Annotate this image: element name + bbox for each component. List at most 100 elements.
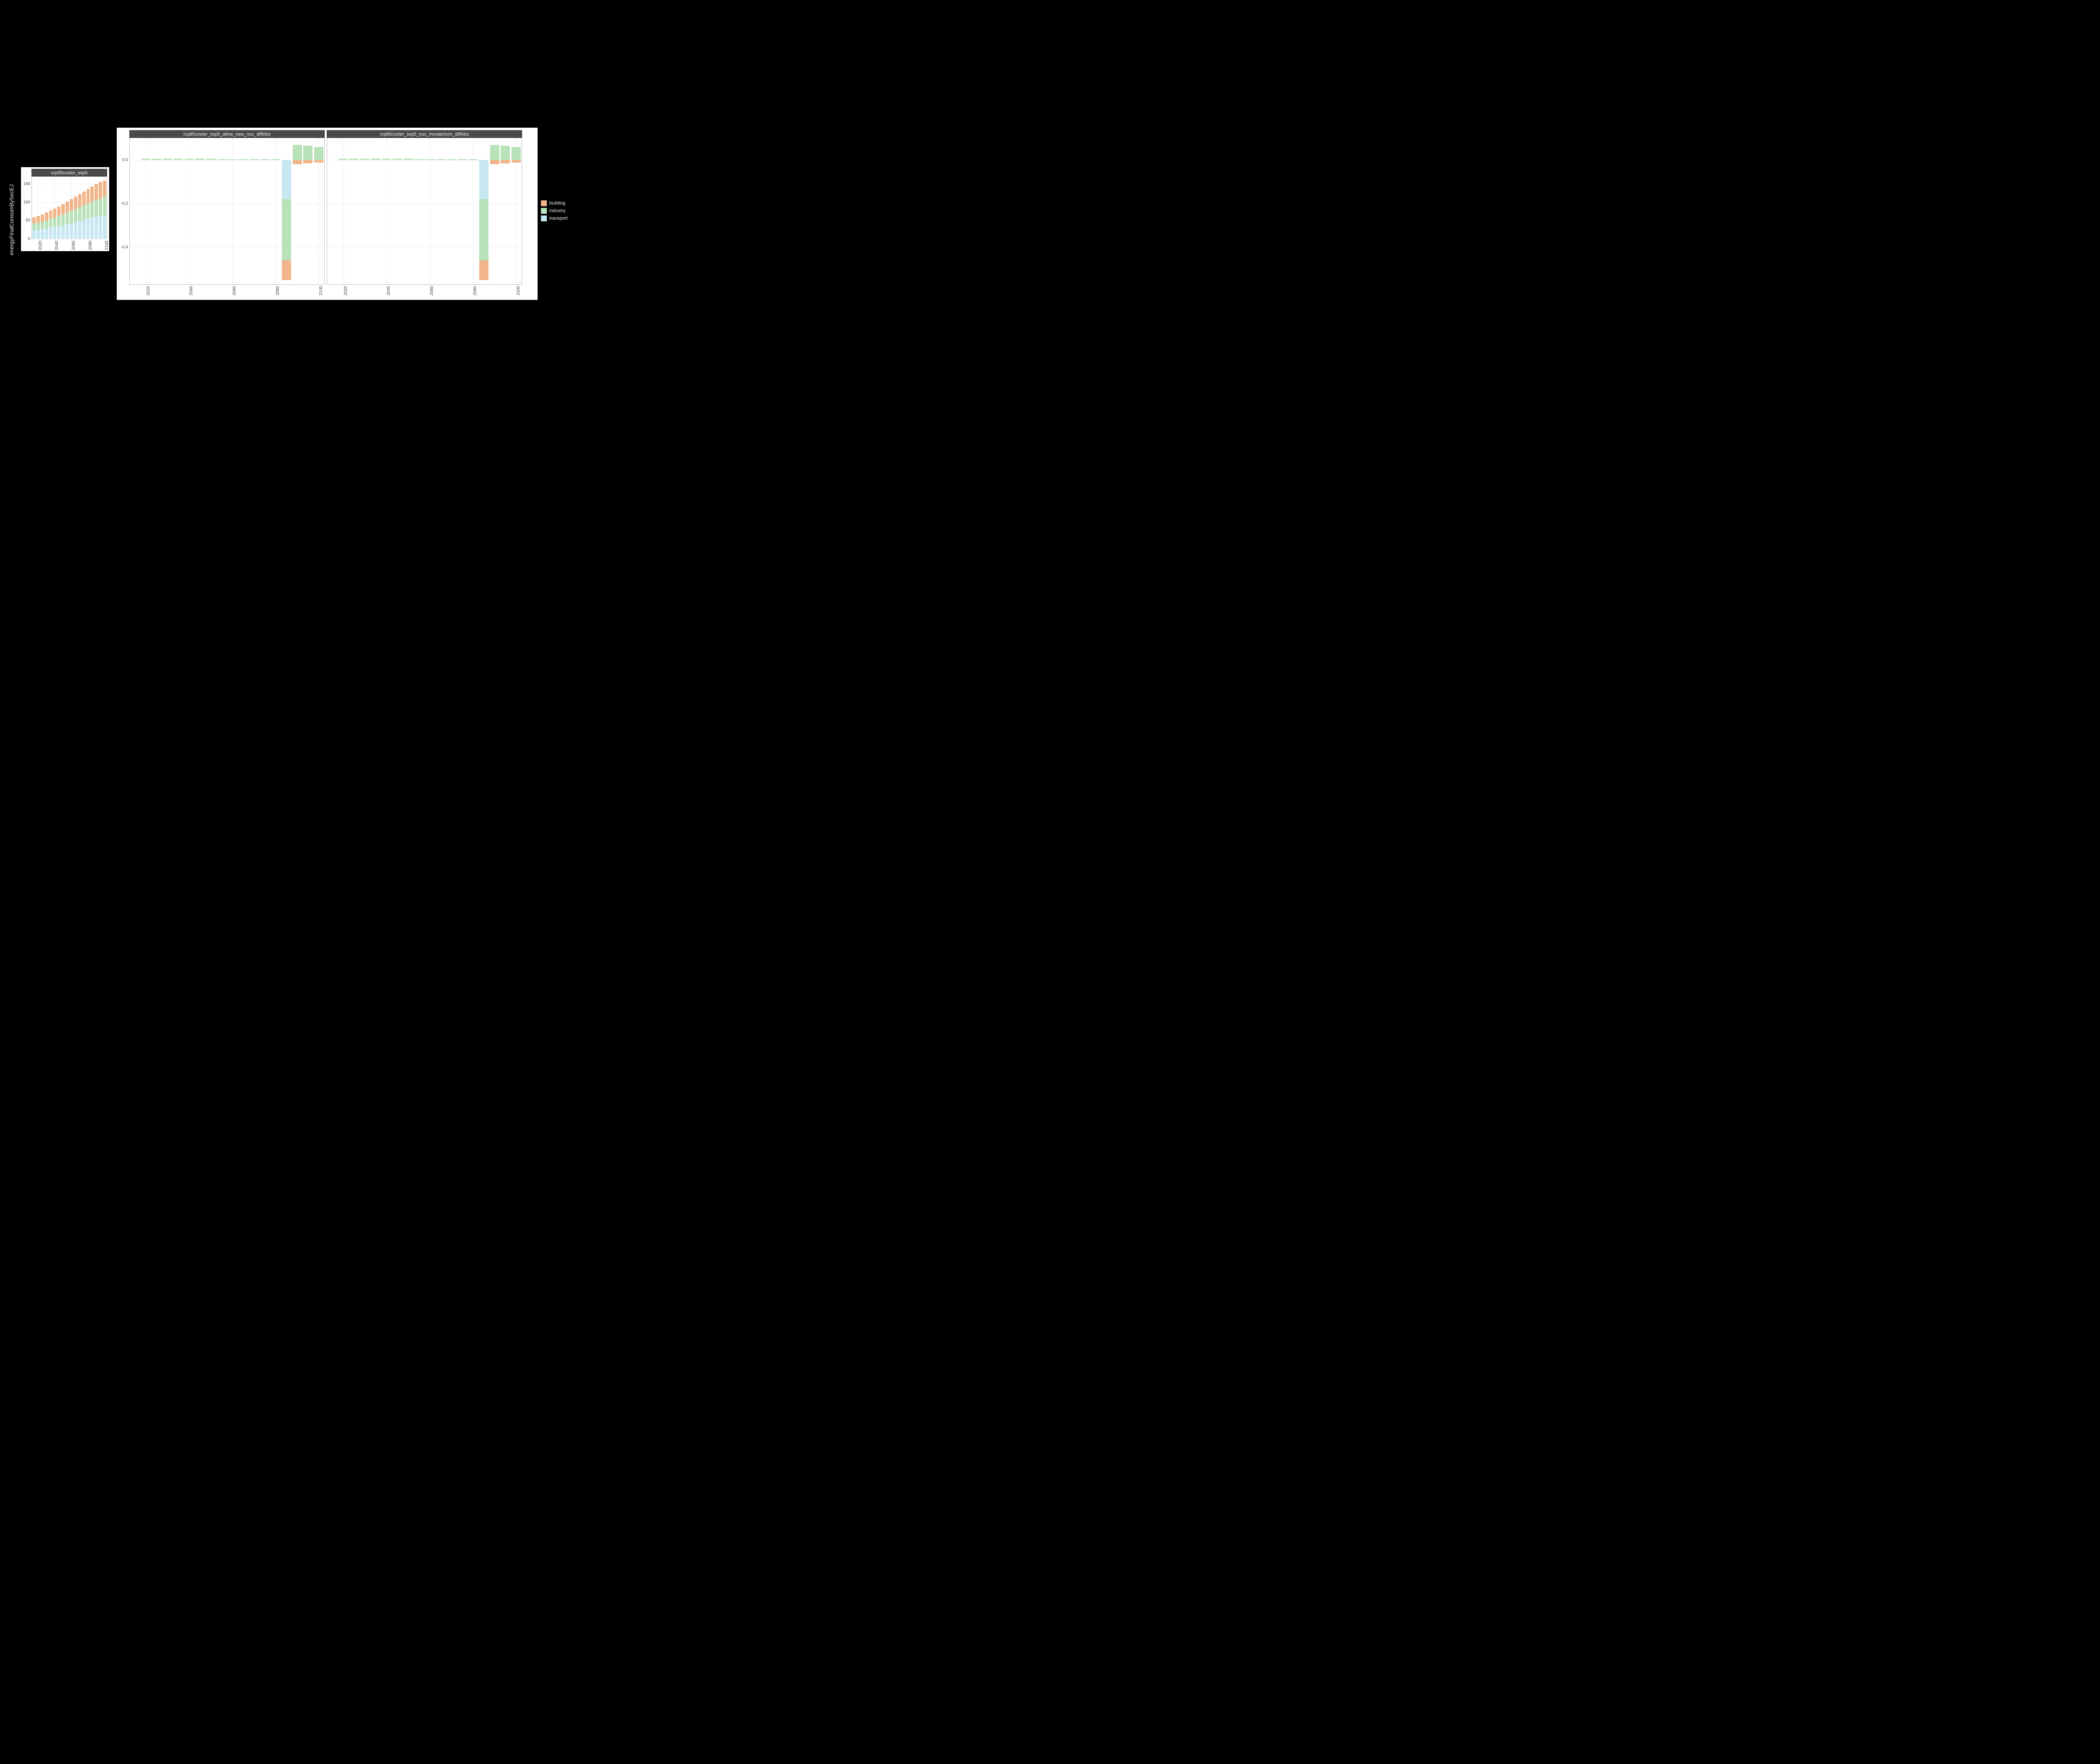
bar-industry xyxy=(458,159,467,160)
bar-industry xyxy=(94,200,98,217)
bar-industry xyxy=(468,159,478,160)
y-axis-label: energyFinalConsumBySecEJ xyxy=(8,184,15,255)
y-tick-label: 50 xyxy=(26,218,30,223)
bar-industry xyxy=(512,147,521,160)
bar-industry xyxy=(206,159,215,160)
bar-transport xyxy=(87,219,90,239)
legend-item-building: building xyxy=(541,200,567,207)
bar-industry xyxy=(82,205,86,220)
bar-industry xyxy=(339,159,348,160)
bar-transport xyxy=(94,217,98,239)
bar-industry xyxy=(415,159,424,160)
bar-transport xyxy=(45,228,48,239)
bar-industry xyxy=(271,159,280,160)
bar-transport xyxy=(57,226,60,239)
bar-building xyxy=(479,260,488,280)
bar-building xyxy=(61,204,65,214)
bar-industry xyxy=(41,222,44,229)
bar-industry xyxy=(490,145,499,160)
bar-building xyxy=(87,189,90,204)
bar-industry xyxy=(360,159,370,160)
bar-building xyxy=(74,197,77,209)
bar-transport xyxy=(49,228,52,239)
x-tick-label: 2040 xyxy=(55,241,59,250)
bar-transport xyxy=(90,218,94,239)
bar-industry xyxy=(53,218,56,227)
y-tick-label: -0.2 xyxy=(121,201,128,206)
y-tick-label: 100 xyxy=(23,200,30,205)
facet-strip-baseline: rcp85cooler_ssp5 xyxy=(32,169,107,176)
bar-industry xyxy=(78,207,81,221)
legend-item-transport: transport xyxy=(541,215,567,222)
bar-industry xyxy=(393,159,402,160)
x-tick-label: 2020 xyxy=(38,241,43,250)
bar-industry xyxy=(37,223,40,230)
bar-building xyxy=(282,260,291,280)
bar-industry xyxy=(152,159,161,160)
bar-industry xyxy=(436,159,445,160)
bar-building xyxy=(99,182,102,199)
x-tick-label: 2080 xyxy=(88,241,93,250)
bar-building xyxy=(53,209,56,218)
bar-building xyxy=(82,192,86,205)
plot-area-baseline: 05010015020202040206020802100 xyxy=(32,176,107,239)
bar-building xyxy=(314,160,323,163)
legend-label-transport: transport xyxy=(549,216,567,221)
bar-industry xyxy=(45,220,48,228)
legend-key-industry xyxy=(541,208,547,214)
figure-stage: energyFinalConsumBySecEJ rcp85cooler_ssp… xyxy=(0,0,630,441)
bar-transport xyxy=(282,160,291,199)
legend: building industry transport xyxy=(541,200,567,223)
bar-industry xyxy=(293,145,302,160)
bar-transport xyxy=(70,223,73,239)
bar-transport xyxy=(82,220,86,239)
facet-strip-allow-new-nuc: rcp85cooler_ssp5_allow_new_nuc_diffAbs xyxy=(129,130,325,138)
bar-industry xyxy=(303,146,312,160)
facet-strip-nuc-moratorium: rcp85cooler_ssp5_nuc_moratorium_diffAbs xyxy=(327,130,522,138)
bar-transport xyxy=(37,230,40,239)
bar-transport xyxy=(41,229,44,239)
bar-building xyxy=(293,160,302,164)
x-tick-label: 2100 xyxy=(516,286,521,295)
bar-industry xyxy=(185,159,194,160)
bar-industry xyxy=(32,223,36,230)
bar-building xyxy=(41,215,44,222)
bar-industry xyxy=(87,204,90,219)
bar-industry xyxy=(479,199,488,260)
bar-transport xyxy=(99,216,102,239)
y-tick-label: 0.0 xyxy=(122,158,128,162)
x-tick-label: 2080 xyxy=(473,286,478,295)
bar-industry xyxy=(99,199,102,216)
legend-key-building xyxy=(541,200,547,206)
x-tick-label: 2100 xyxy=(105,241,109,250)
x-tick-label: 2020 xyxy=(146,286,151,295)
bar-industry xyxy=(314,147,323,160)
bar-industry xyxy=(260,159,270,160)
bar-industry xyxy=(382,159,391,160)
bar-industry xyxy=(249,159,259,160)
bar-industry xyxy=(425,159,434,160)
legend-label-industry: industry xyxy=(549,208,566,213)
bar-building xyxy=(490,160,499,164)
bar-industry xyxy=(142,159,151,160)
plot-area-nuc-moratorium: 20202040206020802100 xyxy=(327,138,522,285)
bar-building xyxy=(94,184,98,200)
y-tick-label: -0.4 xyxy=(121,245,128,249)
x-tick-label: 2080 xyxy=(276,286,280,295)
panel-baseline: rcp85cooler_ssp5 05010015020202040206020… xyxy=(21,167,109,251)
bar-industry xyxy=(163,159,172,160)
legend-key-transport xyxy=(541,215,547,221)
bar-industry xyxy=(174,159,183,160)
bar-industry xyxy=(66,213,69,224)
legend-item-industry: industry xyxy=(541,207,567,214)
bar-industry xyxy=(70,211,73,223)
panel-diffs: rcp85cooler_ssp5_allow_new_nuc_diffAbs r… xyxy=(117,128,538,300)
bar-transport xyxy=(61,226,65,239)
bar-industry xyxy=(501,146,510,160)
bar-industry xyxy=(239,159,248,160)
bar-industry xyxy=(371,159,381,160)
bar-building xyxy=(78,194,81,207)
bar-industry xyxy=(57,216,60,226)
bar-transport xyxy=(479,160,488,199)
y-tick-label: 150 xyxy=(23,182,30,186)
